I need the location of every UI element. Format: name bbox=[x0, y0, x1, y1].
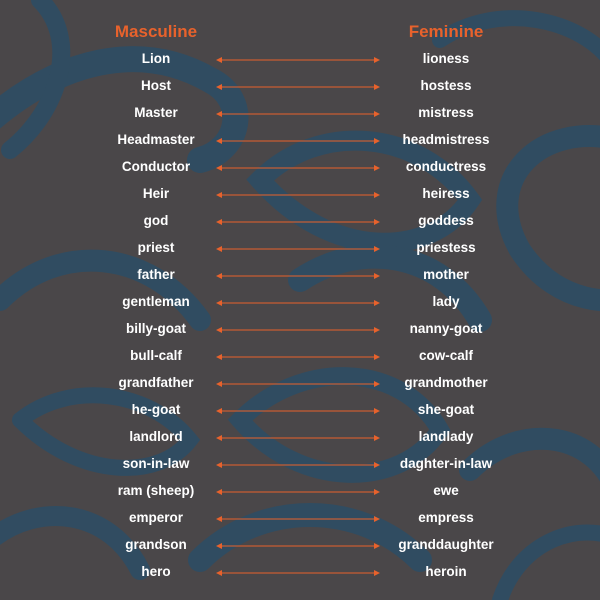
word-pair-row: landlord landlady bbox=[0, 425, 600, 452]
feminine-word: goddess bbox=[418, 213, 474, 228]
feminine-word: mistress bbox=[418, 105, 474, 120]
word-pair-row: hero heroin bbox=[0, 560, 600, 587]
word-pair-row: Heir heiress bbox=[0, 182, 600, 209]
word-pair-row: god goddess bbox=[0, 209, 600, 236]
feminine-word: granddaughter bbox=[398, 537, 494, 552]
feminine-word: hostess bbox=[420, 78, 472, 93]
feminine-header: Feminine bbox=[408, 22, 484, 41]
feminine-word: mother bbox=[423, 267, 469, 282]
word-pair-row: Conductor conductress bbox=[0, 155, 600, 182]
feminine-word: she-goat bbox=[417, 402, 475, 417]
feminine-word: empress bbox=[418, 510, 474, 525]
feminine-word: heiress bbox=[422, 186, 470, 201]
feminine-word: headmistress bbox=[402, 132, 490, 147]
word-pair-row: bull-calf cow-calf bbox=[0, 344, 600, 371]
word-pair-row: priest priestess bbox=[0, 236, 600, 263]
word-pair-row: Host hostess bbox=[0, 74, 600, 101]
word-pair-row: emperor empress bbox=[0, 506, 600, 533]
word-pair-row: grandson granddaughter bbox=[0, 533, 600, 560]
word-pair-row: billy-goat nanny-goat bbox=[0, 317, 600, 344]
word-pair-row: Master mistress bbox=[0, 101, 600, 128]
masculine-header: Masculine bbox=[114, 22, 198, 41]
feminine-word: nanny-goat bbox=[409, 321, 483, 336]
word-pair-row: grandfather grandmother bbox=[0, 371, 600, 398]
word-pair-row: son-in-law daghter-in-law bbox=[0, 452, 600, 479]
feminine-word: priestess bbox=[416, 240, 476, 255]
word-pair-row: he-goat she-goat bbox=[0, 398, 600, 425]
feminine-word: heroin bbox=[425, 564, 467, 579]
word-pair-row: gentleman lady bbox=[0, 290, 600, 317]
gender-word-list: Masculine Feminine Lion lioness Host hostes… bbox=[0, 0, 600, 600]
word-pair-row: ram (sheep) ewe bbox=[0, 479, 600, 506]
feminine-word: daghter-in-law bbox=[399, 456, 493, 471]
feminine-word: landlady bbox=[418, 429, 474, 444]
word-pair-row: Headmaster headmistress bbox=[0, 128, 600, 155]
feminine-word: ewe bbox=[433, 483, 459, 498]
feminine-word: conductress bbox=[405, 159, 487, 174]
feminine-word: grandmother bbox=[404, 375, 488, 390]
word-pair-row: Lion lioness bbox=[0, 47, 600, 74]
word-pair-row: father mother bbox=[0, 263, 600, 290]
word-pairs-list: Lion lioness Host hostess Master mistress Head… bbox=[0, 47, 600, 587]
feminine-word: cow-calf bbox=[418, 348, 473, 363]
feminine-word: lioness bbox=[422, 51, 470, 66]
feminine-word: lady bbox=[432, 294, 460, 309]
